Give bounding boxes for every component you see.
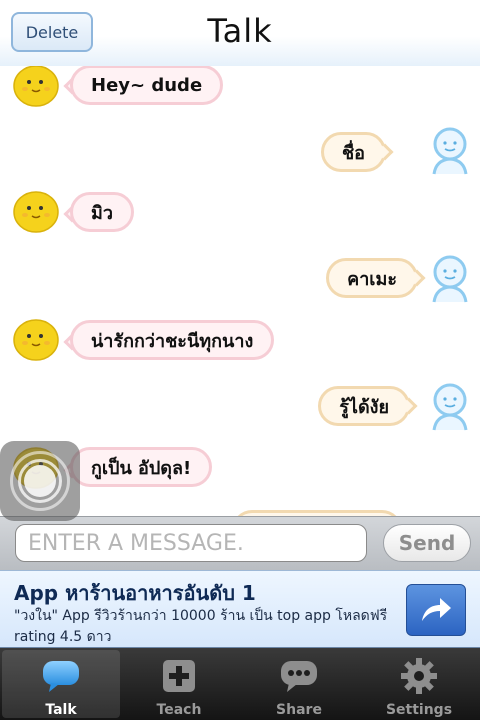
chat-bubble-text: กูเป็น อัปดุล!: [70, 447, 213, 487]
gear-icon: [401, 658, 437, 694]
ad-banner[interactable]: App หาร้านอาหารอันดับ 1 "วงใน" App รีวิว…: [0, 570, 480, 648]
tab-label: Share: [276, 702, 322, 718]
simsimi-avatar-icon: [13, 191, 59, 233]
user-avatar-icon: [432, 127, 468, 175]
chat-bubble-text: มิว: [70, 192, 134, 232]
message-input[interactable]: [15, 524, 367, 562]
tab-talk[interactable]: Talk: [2, 650, 120, 718]
chat-bubble-text: น่ารักกว่าชะนีทุกนาง: [70, 320, 275, 360]
plus-icon: [163, 660, 195, 692]
chat-dots-icon: [281, 661, 317, 692]
user-avatar-icon: [432, 255, 468, 303]
page-title: Talk: [207, 12, 273, 50]
user-avatar-icon: [432, 383, 468, 431]
ad-text-line-2: rating 4.5 ดาว: [14, 629, 112, 645]
assistive-touch-button[interactable]: [0, 441, 80, 521]
nav-header: Delete Talk: [0, 0, 480, 66]
tab-label: Settings: [385, 702, 453, 718]
chat-area[interactable]: Hey~ dude ชื่อ มิว คาเมะ น่ารักกว่าชะนีท…: [0, 0, 480, 516]
send-button[interactable]: Send: [383, 524, 471, 562]
simsimi-avatar-icon: [13, 319, 59, 361]
chat-bubble-text: รู้ได้งัย: [318, 386, 410, 426]
tab-share[interactable]: Share: [240, 650, 358, 718]
tab-teach[interactable]: Teach: [120, 650, 238, 718]
tab-label: Teach: [156, 702, 202, 718]
tab-settings[interactable]: Settings: [360, 650, 478, 718]
speech-bubble-icon: [43, 661, 79, 692]
chat-bubble-text: Hey~ dude: [70, 65, 224, 105]
tab-label: Talk: [45, 702, 77, 718]
share-arrow-icon[interactable]: [406, 584, 466, 636]
chat-bubble-text: คาเมะ: [326, 258, 418, 298]
ad-text-line-1: "วงใน" App รีวิวร้านกว่า 10000 ร้าน เป็น…: [14, 608, 388, 624]
message-composer: Send: [0, 516, 480, 570]
tab-bar: Talk Teach Share Settings: [0, 648, 480, 720]
